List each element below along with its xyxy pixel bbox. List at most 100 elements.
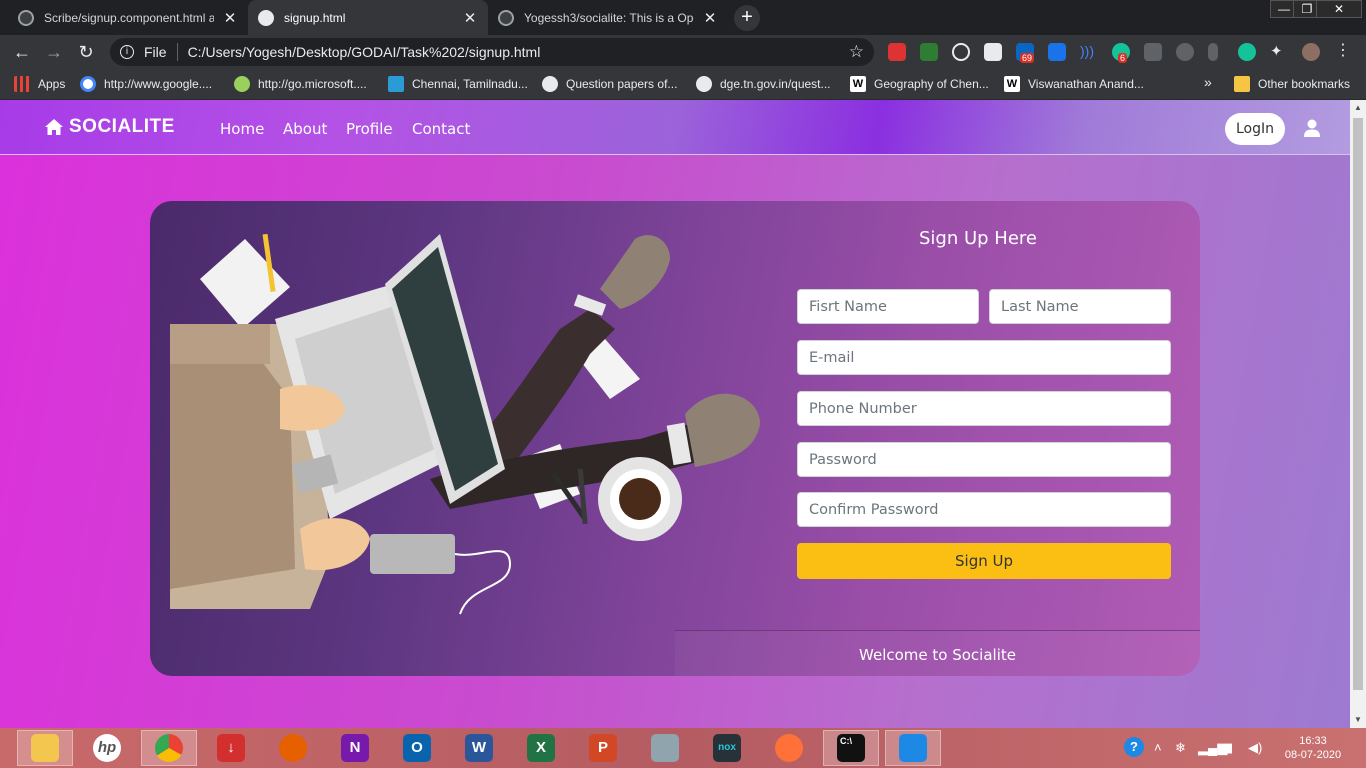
xbox-icon <box>234 76 250 92</box>
chrome-icon <box>155 734 183 762</box>
taskbar-word[interactable]: W <box>451 730 507 766</box>
password-input[interactable] <box>797 442 1171 477</box>
bookmark-microsoft[interactable]: http://go.microsoft.... <box>234 76 367 92</box>
tab-signup[interactable]: signup.html ✕ <box>248 0 488 35</box>
extension-icon[interactable] <box>888 43 906 61</box>
taskbar-hp[interactable]: hp <box>79 730 135 766</box>
nav-about[interactable]: About <box>283 120 327 138</box>
google-icon <box>80 76 96 92</box>
mail-icon[interactable] <box>1144 43 1162 61</box>
scroll-thumb[interactable] <box>1353 118 1363 690</box>
s-extension-icon[interactable] <box>1048 43 1066 61</box>
bookmark-label: Other bookmarks <box>1258 77 1351 91</box>
url-text[interactable]: C:/Users/Yogesh/Desktop/GODAI/Task%202/s… <box>188 44 541 60</box>
bookmark-anand[interactable]: W Viswanathan Anand... <box>1004 76 1144 92</box>
close-tab-icon[interactable]: ✕ <box>462 9 478 27</box>
github-icon <box>498 9 514 26</box>
more-bookmarks-button[interactable]: » <box>1204 74 1212 90</box>
puzzle-icon[interactable]: ✦ <box>1270 43 1288 61</box>
forward-button[interactable]: → <box>42 40 66 64</box>
page-scrollbar[interactable]: ▲ ▼ <box>1350 100 1366 728</box>
tab-title: Scribe/signup.component.html at <box>44 10 214 25</box>
close-tab-icon[interactable]: ✕ <box>222 9 238 27</box>
show-hidden-icons-icon[interactable]: ˄ <box>1154 740 1162 755</box>
email-input[interactable] <box>797 340 1171 375</box>
excel-icon: X <box>527 734 555 762</box>
taskbar-downloader[interactable]: ↓ <box>203 730 259 766</box>
address-bar[interactable]: i File C:/Users/Yogesh/Desktop/GODAI/Tas… <box>110 38 874 66</box>
signup-button[interactable]: Sign Up <box>797 543 1171 579</box>
outlook-icon: O <box>403 734 431 762</box>
info-icon[interactable]: i <box>120 45 134 59</box>
user-icon[interactable] <box>1304 119 1320 137</box>
wave-icon[interactable]: ))) <box>1080 43 1098 61</box>
calendar-icon[interactable] <box>984 43 1002 61</box>
taskbar-chrome[interactable] <box>141 730 197 766</box>
taskbar-terminal[interactable]: C:\ <box>823 730 879 766</box>
windows-taskbar: hp ↓ N O W X P nox C:\ ? ˄ ❄ ▂▄▆ ▮ ◀) 16… <box>0 728 1366 768</box>
github-icon <box>18 9 34 26</box>
brand-link[interactable]: SOCIALITE <box>45 116 175 138</box>
bookmark-chennai[interactable]: Chennai, Tamilnadu... <box>388 76 528 92</box>
linkedin-icon[interactable]: 69 <box>1016 43 1035 63</box>
first-name-input[interactable] <box>797 289 979 324</box>
chat-icon[interactable] <box>1176 43 1194 61</box>
taskbar-nox[interactable]: nox <box>699 730 755 766</box>
form-title: Sign Up Here <box>919 228 1037 249</box>
file-explorer-icon <box>31 734 59 762</box>
reload-button[interactable]: ↻ <box>74 40 98 64</box>
back-button[interactable]: ← <box>10 40 34 64</box>
other-bookmarks[interactable]: Other bookmarks <box>1234 76 1350 92</box>
bookmark-google[interactable]: http://www.google.... <box>80 76 212 92</box>
signup-card: Sign Up Here Sign Up Welcome to Socialit… <box>150 201 1200 676</box>
close-tab-icon[interactable]: ✕ <box>702 9 718 27</box>
nav-profile[interactable]: Profile <box>346 120 393 138</box>
grammarly-icon[interactable] <box>1238 43 1256 61</box>
nav-home[interactable]: Home <box>220 120 264 138</box>
gauge-icon[interactable] <box>952 43 970 61</box>
help-icon[interactable]: ? <box>1124 737 1144 757</box>
scroll-up-arrow-icon[interactable]: ▲ <box>1350 100 1366 116</box>
avatar[interactable] <box>1302 43 1320 61</box>
bookmark-dge[interactable]: dge.tn.gov.in/quest... <box>696 76 831 92</box>
menu-icon[interactable]: ⋮ <box>1334 43 1352 61</box>
taskbar-control-panel[interactable] <box>637 730 693 766</box>
tab-scribe[interactable]: Scribe/signup.component.html at ✕ <box>8 0 248 35</box>
new-tab-button[interactable]: + <box>734 5 760 31</box>
system-clock[interactable]: 16:33 08-07-2020 <box>1282 734 1344 762</box>
taskbar-file-explorer[interactable] <box>17 730 73 766</box>
last-name-input[interactable] <box>989 289 1171 324</box>
bookmark-label: Viswanathan Anand... <box>1028 77 1144 91</box>
paper-sheet <box>200 239 290 329</box>
taskbar-firefox[interactable] <box>761 730 817 766</box>
signal-icon[interactable]: ▂▄▆ <box>1198 740 1227 756</box>
grammarly-helper-icon[interactable]: 6 <box>1112 43 1130 63</box>
taskbar-firefox-dev[interactable] <box>265 730 321 766</box>
taskbar-onenote[interactable]: N <box>327 730 383 766</box>
battery-icon[interactable]: ▮ <box>1226 740 1233 756</box>
bookmark-apps[interactable]: Apps <box>14 76 65 92</box>
bookmark-geography[interactable]: W Geography of Chen... <box>850 76 989 92</box>
hand <box>300 518 370 571</box>
taskbar-powerpoint[interactable]: P <box>575 730 631 766</box>
bottle-icon[interactable] <box>1208 43 1218 61</box>
snowflake-icon[interactable]: ❄ <box>1175 740 1186 756</box>
close-window-button[interactable]: ✕ <box>1316 0 1362 18</box>
folder-icon <box>1234 76 1250 92</box>
taskbar-excel[interactable]: X <box>513 730 569 766</box>
nav-contact[interactable]: Contact <box>412 120 470 138</box>
taskbar-outlook[interactable]: O <box>389 730 445 766</box>
tab-socialite-repo[interactable]: Yogessh3/socialite: This is a Open ✕ <box>488 0 728 35</box>
scroll-down-arrow-icon[interactable]: ▼ <box>1350 712 1366 728</box>
wikipedia-icon: W <box>1004 76 1020 92</box>
terminal-icon: C:\ <box>837 734 865 762</box>
bookmark-question-papers[interactable]: Question papers of... <box>542 76 677 92</box>
phone-input[interactable] <box>797 391 1171 426</box>
volume-icon[interactable]: ◀) <box>1248 740 1262 756</box>
login-button[interactable]: LogIn <box>1225 113 1285 145</box>
confirm-password-input[interactable] <box>797 492 1171 527</box>
taskbar-vscode[interactable] <box>885 730 941 766</box>
feed-icon[interactable] <box>920 43 938 61</box>
coffee <box>619 478 661 520</box>
bookmark-star-icon[interactable]: ☆ <box>849 42 864 62</box>
